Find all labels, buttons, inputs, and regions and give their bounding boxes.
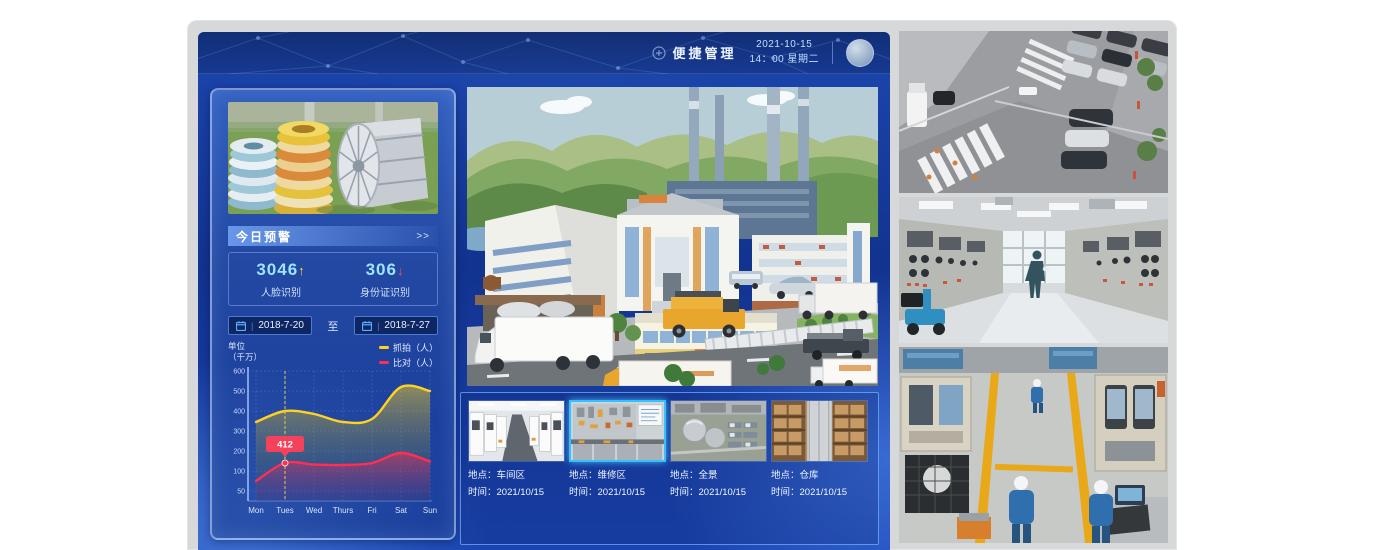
svg-text:600: 600 [233, 369, 245, 376]
alert-stats-box: 3046↑ 人脸识别 306↓ 身份证识别 [228, 252, 438, 306]
stat-face-recognition: 3046↑ 人脸识别 [229, 260, 333, 299]
svg-text:Wed: Wed [306, 506, 322, 515]
camera-image [468, 400, 565, 462]
stat-value: 306↓ [333, 260, 437, 280]
today-alerts-title: 今日预警 [236, 228, 292, 245]
camera-location: 地点：全景 [670, 467, 767, 481]
user-avatar[interactable] [846, 39, 874, 67]
camera-location: 地点：仓库 [771, 467, 868, 481]
page-title: 便捷管理 [672, 43, 736, 62]
dashboard: 便捷管理 2021-10-15 14：00 星期二 [198, 32, 890, 550]
date-range-to-label: 至 [328, 318, 339, 334]
svg-text:412: 412 [277, 440, 293, 451]
svg-text:100: 100 [233, 469, 245, 476]
camera-image [771, 400, 868, 462]
datetime-display: 2021-10-15 14：00 星期二 [749, 38, 819, 67]
today-alerts-banner: 今日预警 >> [228, 226, 438, 246]
svg-text:Tues: Tues [276, 506, 294, 515]
camera-time: 时间：2021/10/15 [771, 484, 868, 498]
page: 便捷管理 2021-10-15 14：00 星期二 [0, 0, 1400, 550]
start-date-picker[interactable]: | 2018-7-20 [228, 316, 312, 335]
app-logo-icon [652, 46, 666, 60]
app-title-wrap: 便捷管理 [652, 43, 736, 62]
time-weekday-text: 14：00 星期二 [749, 53, 819, 68]
date-range-row: | 2018-7-20 至 | 2018-7-27 [228, 316, 438, 335]
capture-compare-chart: 单位 （千万） 抓拍（人） 比对（人） [228, 341, 438, 530]
picker-divider: | [251, 321, 253, 331]
camera-thumb-maintenance[interactable]: 地点：维修区 时间：2021/10/15 [569, 400, 666, 498]
svg-text:50: 50 [237, 489, 245, 496]
calendar-icon [362, 321, 372, 331]
legend-dash-icon [379, 346, 389, 349]
camera-location: 地点：车间区 [468, 467, 565, 481]
photo-control-room [899, 197, 1168, 343]
content-card: 便捷管理 2021-10-15 14：00 星期二 [187, 20, 1177, 550]
legend-item-capture: 抓拍（人） [379, 341, 438, 354]
trend-up-icon: ↑ [298, 263, 306, 278]
end-date-value: 2018-7-27 [384, 320, 430, 331]
factory-campus-illustration [467, 87, 878, 386]
camera-image [569, 400, 666, 462]
stat-label: 身份证识别 [333, 284, 437, 299]
header-divider [832, 42, 833, 64]
picker-divider: | [377, 321, 379, 331]
camera-thumb-panorama[interactable]: 地点：全景 时间：2021/10/15 [670, 400, 767, 498]
svg-text:400: 400 [233, 409, 245, 416]
chart-unit-label: 单位 （千万） [228, 341, 262, 363]
photo-parking-aerial [899, 31, 1168, 193]
camera-thumb-warehouse[interactable]: 地点：仓库 时间：2021/10/15 [771, 400, 868, 498]
camera-time: 时间：2021/10/15 [569, 484, 666, 498]
line-chart: 412 600 500 400 300 200 100 50 Mon Tues Wed Thurs Fr… [228, 363, 438, 519]
stat-id-recognition: 306↓ 身份证识别 [333, 260, 437, 299]
left-panel: 今日预警 >> 3046↑ 人脸识别 306↓ 身份证识别 [210, 88, 456, 540]
svg-text:200: 200 [233, 449, 245, 456]
camera-location: 地点：维修区 [569, 467, 666, 481]
camera-thumb-workshop[interactable]: 地点：车间区 时间：2021/10/15 [468, 400, 565, 498]
svg-text:300: 300 [233, 429, 245, 436]
svg-text:500: 500 [233, 389, 245, 396]
chart-header: 单位 （千万） 抓拍（人） 比对（人） [228, 341, 438, 363]
start-date-value: 2018-7-20 [258, 320, 304, 331]
dashboard-header: 便捷管理 2021-10-15 14：00 星期二 [198, 32, 890, 74]
camera-time: 时间：2021/10/15 [670, 484, 767, 498]
end-date-picker[interactable]: | 2018-7-27 [354, 316, 438, 335]
alerts-more-link[interactable]: >> [416, 231, 430, 242]
small-bus [729, 271, 763, 289]
svg-text:Sun: Sun [423, 506, 437, 515]
svg-text:Thurs: Thurs [333, 506, 353, 515]
svg-text:Fri: Fri [367, 506, 377, 515]
trend-down-icon: ↓ [397, 263, 405, 278]
photo-factory-floor [899, 347, 1168, 543]
calendar-icon [236, 321, 246, 331]
stat-label: 人脸识别 [229, 284, 333, 299]
camera-panel: 地点：车间区 时间：2021/10/15 [460, 392, 879, 545]
svg-text:Mon: Mon [248, 506, 264, 515]
cable-coils-photo [228, 102, 438, 214]
camera-row: 地点：车间区 时间：2021/10/15 [468, 400, 871, 498]
stat-value: 3046↑ [229, 260, 333, 280]
date-text: 2021-10-15 [749, 38, 819, 53]
camera-time: 时间：2021/10/15 [468, 484, 565, 498]
svg-text:Sat: Sat [395, 506, 408, 515]
camera-image [670, 400, 767, 462]
